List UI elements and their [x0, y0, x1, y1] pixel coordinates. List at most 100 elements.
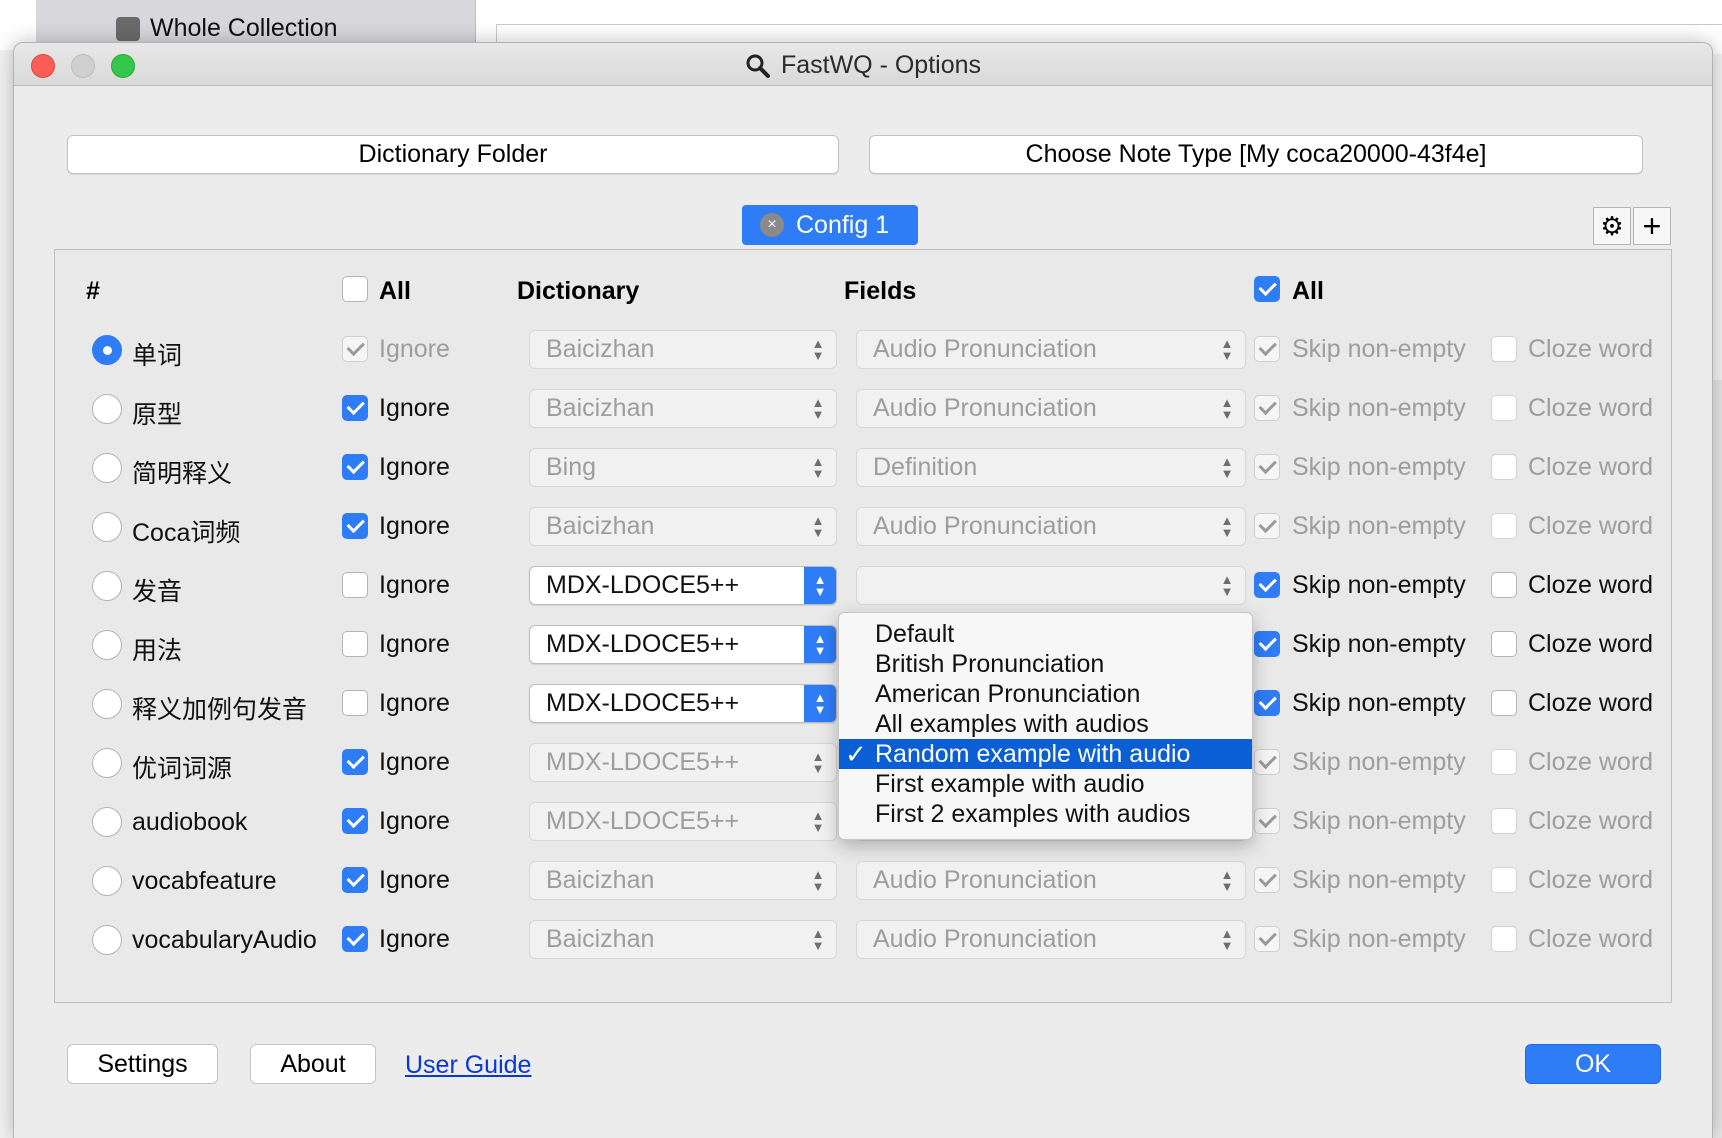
cloze-word-checkbox[interactable] [1491, 454, 1517, 480]
skip-non-empty-checkbox[interactable] [1254, 926, 1280, 952]
dictionary-select[interactable]: MDX-LDOCE5++ ▲ ▼ [529, 625, 837, 664]
row-select-radio[interactable] [92, 866, 122, 896]
choose-note-type-button[interactable]: Choose Note Type [My coca20000-43f4e] [869, 135, 1643, 174]
field-select[interactable]: Audio Pronunciation ▲ ▼ [856, 330, 1246, 369]
cloze-word-label: Cloze word [1528, 925, 1654, 953]
select-all-skip-checkbox[interactable] [1254, 276, 1280, 302]
skip-non-empty-checkbox[interactable] [1254, 631, 1280, 657]
dropdown-option[interactable]: All examples with audios [839, 709, 1252, 739]
magnifier-icon [746, 54, 770, 78]
cloze-word-checkbox[interactable] [1491, 395, 1517, 421]
ok-button[interactable]: OK [1525, 1044, 1661, 1084]
config-settings-button[interactable]: ⚙ [1593, 207, 1631, 245]
ignore-checkbox[interactable] [342, 926, 368, 952]
dropdown-option-label: Random example with audio [875, 740, 1191, 768]
skip-non-empty-checkbox[interactable] [1254, 395, 1280, 421]
ignore-checkbox[interactable] [342, 690, 368, 716]
cloze-word-checkbox[interactable] [1491, 749, 1517, 775]
stepper-arrows-icon: ▲▼ [811, 925, 825, 953]
window-title: FastWQ - Options [14, 51, 1712, 80]
row-select-radio[interactable] [92, 807, 122, 837]
ignore-checkbox[interactable] [342, 454, 368, 480]
dictionary-select[interactable]: Baicizhan ▲ ▼ [529, 507, 837, 546]
dictionary-select[interactable]: Baicizhan ▲ ▼ [529, 920, 837, 959]
dictionary-select[interactable]: Baicizhan ▲ ▼ [529, 330, 837, 369]
dropdown-option[interactable]: First 2 examples with audios [839, 799, 1252, 829]
select-all-ignore-checkbox[interactable] [342, 276, 368, 302]
ignore-label: Ignore [379, 925, 450, 953]
header-all-skip: All [1292, 277, 1324, 305]
dropdown-option[interactable]: ✓ Random example with audio [839, 739, 1252, 769]
row-select-radio[interactable] [92, 689, 122, 719]
cloze-word-checkbox[interactable] [1491, 336, 1517, 362]
field-options-dropdown[interactable]: Default British Pronunciation American Pro… [838, 612, 1253, 840]
ignore-checkbox[interactable] [342, 513, 368, 539]
skip-non-empty-checkbox[interactable] [1254, 749, 1280, 775]
row-select-radio[interactable] [92, 335, 122, 365]
row-select-radio[interactable] [92, 571, 122, 601]
cloze-word-checkbox[interactable] [1491, 690, 1517, 716]
stepper-arrows-icon: ▲▼ [1220, 453, 1234, 481]
dictionary-select[interactable]: MDX-LDOCE5++ ▲ ▼ [529, 684, 837, 723]
ignore-checkbox[interactable] [342, 631, 368, 657]
skip-non-empty-checkbox[interactable] [1254, 454, 1280, 480]
about-button[interactable]: About [250, 1044, 376, 1084]
dictionary-select[interactable]: Baicizhan ▲ ▼ [529, 861, 837, 900]
row-select-radio[interactable] [92, 453, 122, 483]
dictionary-select-value: MDX-LDOCE5++ [546, 748, 740, 776]
skip-non-empty-checkbox[interactable] [1254, 867, 1280, 893]
field-select[interactable]: Audio Pronunciation ▲ ▼ [856, 507, 1246, 546]
dropdown-option[interactable]: Default [839, 619, 1252, 649]
field-select[interactable]: Audio Pronunciation ▲ ▼ [856, 389, 1246, 428]
cloze-word-checkbox[interactable] [1491, 867, 1517, 893]
skip-non-empty-label: Skip non-empty [1292, 748, 1466, 776]
user-guide-link[interactable]: User Guide [405, 1051, 531, 1080]
dictionary-select-value: Baicizhan [546, 925, 655, 953]
row-select-radio[interactable] [92, 512, 122, 542]
dictionary-select[interactable]: Bing ▲ ▼ [529, 448, 837, 487]
dropdown-option[interactable]: First example with audio [839, 769, 1252, 799]
close-tab-icon[interactable]: × [760, 213, 784, 237]
cloze-word-checkbox[interactable] [1491, 513, 1517, 539]
row-field-name: Coca词频 [132, 519, 241, 547]
skip-non-empty-checkbox[interactable] [1254, 513, 1280, 539]
row-select-radio[interactable] [92, 630, 122, 660]
cloze-word-label: Cloze word [1528, 689, 1654, 717]
cloze-word-checkbox[interactable] [1491, 808, 1517, 834]
cloze-word-checkbox[interactable] [1491, 926, 1517, 952]
ignore-checkbox[interactable] [342, 808, 368, 834]
ignore-checkbox[interactable] [342, 749, 368, 775]
cloze-word-checkbox[interactable] [1491, 572, 1517, 598]
field-select[interactable]: Audio Pronunciation ▲ ▼ [856, 920, 1246, 959]
field-select[interactable]: Definition ▲ ▼ [856, 448, 1246, 487]
dictionary-select[interactable]: MDX-LDOCE5++ ▲ ▼ [529, 743, 837, 782]
skip-non-empty-checkbox[interactable] [1254, 808, 1280, 834]
dictionary-select[interactable]: MDX-LDOCE5++ ▲ ▼ [529, 802, 837, 841]
dictionary-select[interactable]: Baicizhan ▲ ▼ [529, 389, 837, 428]
skip-non-empty-checkbox[interactable] [1254, 572, 1280, 598]
ignore-checkbox[interactable] [342, 336, 368, 362]
row-select-radio[interactable] [92, 394, 122, 424]
ignore-checkbox[interactable] [342, 867, 368, 893]
cloze-word-checkbox[interactable] [1491, 631, 1517, 657]
options-dialog: FastWQ - Options Dictionary Folder Choos… [13, 42, 1713, 1138]
field-select[interactable]: ▲▼ [856, 566, 1246, 605]
skip-non-empty-checkbox[interactable] [1254, 690, 1280, 716]
row-select-radio[interactable] [92, 748, 122, 778]
ignore-label: Ignore [379, 630, 450, 658]
stepper-arrows-icon: ▲▼ [1220, 335, 1234, 363]
dictionary-folder-button[interactable]: Dictionary Folder [67, 135, 839, 174]
add-config-button[interactable]: + [1633, 207, 1671, 245]
settings-button[interactable]: Settings [67, 1044, 218, 1084]
row-select-radio[interactable] [92, 925, 122, 955]
ignore-checkbox[interactable] [342, 572, 368, 598]
dictionary-select[interactable]: MDX-LDOCE5++ ▲ ▼ [529, 566, 837, 605]
ignore-checkbox[interactable] [342, 395, 368, 421]
background-sidebar-item[interactable]: Whole Collection [116, 14, 338, 43]
tab-config-1[interactable]: × Config 1 [742, 205, 918, 245]
background-sidebar-item-label: Whole Collection [150, 14, 338, 42]
skip-non-empty-checkbox[interactable] [1254, 336, 1280, 362]
dropdown-option[interactable]: British Pronunciation [839, 649, 1252, 679]
field-select[interactable]: Audio Pronunciation ▲ ▼ [856, 861, 1246, 900]
dropdown-option[interactable]: American Pronunciation [839, 679, 1252, 709]
